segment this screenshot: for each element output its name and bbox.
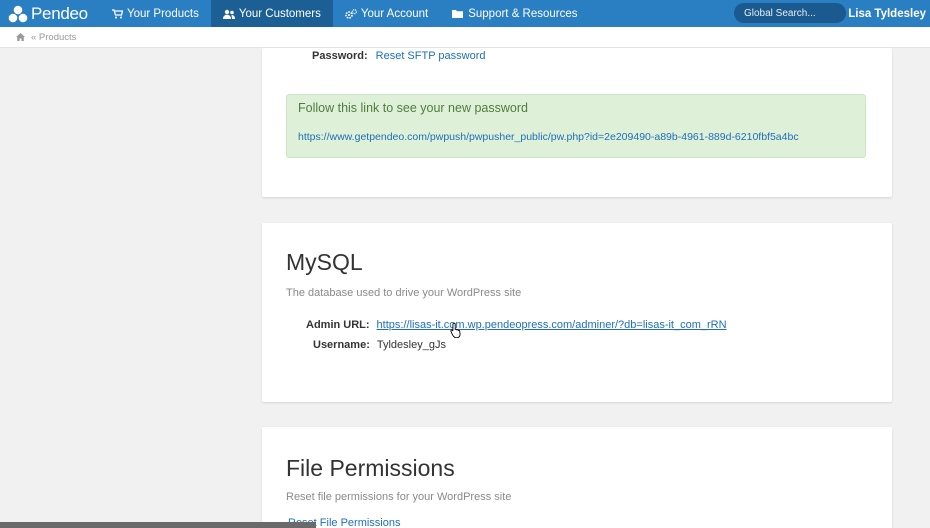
nav-your-account[interactable]: Your Account bbox=[333, 0, 440, 27]
password-label: Password: bbox=[312, 50, 368, 62]
admin-url-link[interactable]: https://lisas-it.com.wp.pendeopress.com/… bbox=[377, 319, 727, 331]
username-row: Username: Tyldesley_gJs bbox=[313, 339, 446, 351]
file-permissions-description: Reset file permissions for your WordPres… bbox=[286, 491, 512, 503]
notice-message: Follow this link to see your new passwor… bbox=[298, 101, 528, 115]
admin-url-row: Admin URL: https://lisas-it.com.wp.pende… bbox=[306, 319, 727, 331]
file-permissions-card: File Permissions Reset file permissions … bbox=[262, 427, 892, 528]
global-search-input[interactable]: Global Search... bbox=[734, 3, 846, 23]
user-menu[interactable]: Lisa Tyldesley bbox=[848, 0, 926, 27]
nav-support-resources[interactable]: Support & Resources bbox=[440, 0, 589, 27]
nav-label: Your Products bbox=[127, 7, 199, 20]
users-icon bbox=[222, 9, 235, 19]
nav-label: Support & Resources bbox=[468, 7, 578, 20]
file-permissions-title: File Permissions bbox=[286, 455, 455, 481]
breadcrumb-products-link[interactable]: « Products bbox=[31, 32, 76, 43]
hand-cursor-icon bbox=[450, 322, 462, 343]
mysql-card: MySQL The database used to drive your Wo… bbox=[262, 223, 892, 402]
cart-icon bbox=[112, 8, 123, 19]
gears-icon bbox=[345, 8, 357, 19]
logo-text: Pendeo bbox=[31, 3, 88, 23]
nav-label: Your Account bbox=[360, 7, 429, 20]
mysql-title: MySQL bbox=[286, 249, 363, 275]
password-push-link[interactable]: https://www.getpendeo.com/pwpush/pwpushe… bbox=[298, 131, 799, 143]
home-icon[interactable] bbox=[16, 33, 25, 41]
sftp-card: Password: Reset SFTP password Follow thi… bbox=[262, 48, 892, 197]
pendeo-logo[interactable]: Pendeo bbox=[0, 0, 98, 27]
folder-icon bbox=[452, 9, 464, 19]
nav-your-products[interactable]: Your Products bbox=[100, 0, 211, 27]
nav-label: Your Customers bbox=[238, 7, 321, 20]
logo-mark-icon bbox=[8, 5, 28, 22]
admin-url-label: Admin URL: bbox=[306, 319, 370, 331]
nav-your-customers[interactable]: Your Customers bbox=[210, 0, 333, 27]
mysql-description: The database used to drive your WordPres… bbox=[286, 287, 522, 299]
top-navbar: Pendeo Your Products Your Customers Your… bbox=[0, 0, 930, 27]
reset-sftp-password-link[interactable]: Reset SFTP password bbox=[376, 50, 486, 62]
password-notice: Follow this link to see your new passwor… bbox=[286, 94, 866, 158]
username-value: Tyldesley_gJs bbox=[376, 339, 446, 351]
status-overlay-strip bbox=[0, 522, 316, 528]
username-label: Username: bbox=[313, 339, 370, 351]
password-row: Password: Reset SFTP password bbox=[312, 50, 485, 62]
breadcrumb: « Products bbox=[0, 27, 930, 48]
